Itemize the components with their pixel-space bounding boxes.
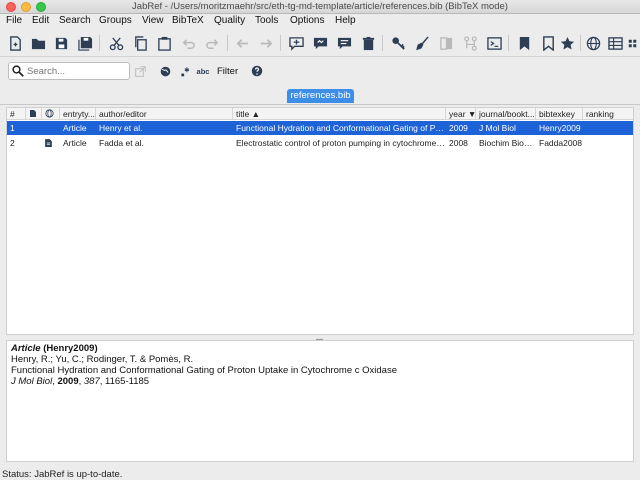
cell-year: 2008 bbox=[449, 138, 468, 148]
new-library-icon[interactable] bbox=[5, 33, 25, 53]
preview-volume: 387 bbox=[83, 376, 100, 387]
cell-number: 2 bbox=[10, 138, 15, 148]
preview-year: 2009 bbox=[57, 376, 79, 387]
star-icon[interactable] bbox=[557, 33, 577, 53]
entry-table: # entryty... author/editor title ▲ year … bbox=[6, 107, 634, 335]
filter-toggle[interactable]: Filter bbox=[217, 66, 238, 77]
toolbar-separator bbox=[99, 35, 100, 51]
menu-groups[interactable]: Groups bbox=[99, 15, 132, 26]
toolbar-separator bbox=[580, 35, 581, 51]
cut-icon[interactable] bbox=[106, 33, 126, 53]
window-title: JabRef - /Users/moritzmaehr/src/eth-tg-m… bbox=[132, 1, 508, 12]
cell-title: Functional Hydration and Conformational … bbox=[236, 123, 446, 133]
toolbar-separator bbox=[382, 35, 383, 51]
table-row[interactable]: 2 Article Fadda et al. Electrostatic con… bbox=[7, 136, 633, 150]
preview-authors: Henry, R.; Yu, C.; Rodinger, T. & Pomès,… bbox=[11, 354, 194, 365]
delete-entry-icon[interactable] bbox=[358, 33, 378, 53]
title-bar: JabRef - /Users/moritzmaehr/src/eth-tg-m… bbox=[0, 0, 640, 14]
cell-author: Fadda et al. bbox=[99, 138, 144, 148]
merge-icon[interactable] bbox=[436, 33, 456, 53]
menu-search[interactable]: Search bbox=[59, 15, 91, 26]
column-header-file[interactable] bbox=[26, 108, 42, 120]
cell-title: Electrostatic control of proton pumping … bbox=[236, 138, 446, 148]
open-library-icon[interactable] bbox=[28, 33, 48, 53]
cleanup-icon[interactable] bbox=[412, 33, 432, 53]
save-icon[interactable] bbox=[51, 33, 71, 53]
column-header-author[interactable]: author/editor bbox=[96, 108, 233, 120]
cell-journal: Biochim Biophys Acta bbox=[479, 138, 536, 148]
status-bar: Status: JabRef is up-to-date. bbox=[2, 469, 123, 480]
cell-bibtexkey: Henry2009 bbox=[539, 123, 581, 133]
table-row[interactable]: 1 Article Henry et al. Functional Hydrat… bbox=[7, 121, 633, 135]
cell-author: Henry et al. bbox=[99, 123, 143, 133]
columns-icon[interactable] bbox=[605, 33, 625, 53]
file-column-icon bbox=[30, 110, 36, 117]
cell-entrytype: Article bbox=[63, 138, 87, 148]
preview-title: Functional Hydration and Conformational … bbox=[11, 365, 398, 376]
paste-icon[interactable] bbox=[154, 33, 174, 53]
back-icon[interactable] bbox=[232, 33, 252, 53]
cell-journal: J Mol Biol bbox=[479, 123, 516, 133]
menu-bibtex[interactable]: BibTeX bbox=[172, 15, 204, 26]
preview-entry-key: (Henry2009) bbox=[43, 343, 98, 354]
pdf-file-icon[interactable] bbox=[42, 136, 56, 150]
menu-bar: File Edit Search Groups View BibTeX Qual… bbox=[0, 14, 640, 29]
new-entry-icon[interactable] bbox=[286, 33, 306, 53]
new-entry-from-clipboard-icon[interactable] bbox=[310, 33, 330, 53]
main-toolbar bbox=[0, 29, 640, 57]
case-sensitive-icon[interactable]: abc bbox=[196, 64, 210, 78]
regex-icon[interactable] bbox=[178, 64, 192, 78]
toolbar-separator bbox=[227, 35, 228, 51]
open-external-icon[interactable] bbox=[133, 64, 147, 78]
preview-journal: J Mol Biol bbox=[11, 376, 53, 387]
library-tabs: references.bib bbox=[0, 85, 640, 105]
connect-icon[interactable] bbox=[460, 33, 480, 53]
search-icon bbox=[12, 65, 24, 77]
preview-entry-type: Article bbox=[11, 343, 41, 354]
edit-entry-icon[interactable] bbox=[334, 33, 354, 53]
column-header-ranking[interactable]: ranking bbox=[583, 108, 633, 120]
menu-options[interactable]: Options bbox=[290, 15, 324, 26]
column-header-title[interactable]: title ▲ bbox=[233, 108, 446, 120]
url-column-icon bbox=[45, 109, 54, 118]
search-input[interactable] bbox=[27, 64, 127, 78]
cell-year: 2009 bbox=[449, 123, 468, 133]
menu-view[interactable]: View bbox=[142, 15, 164, 26]
column-header-entrytype[interactable]: entryty... bbox=[60, 108, 96, 120]
cell-entrytype: Article bbox=[63, 123, 87, 133]
menu-quality[interactable]: Quality bbox=[214, 15, 245, 26]
globe-icon[interactable] bbox=[583, 33, 603, 53]
column-header-bibtexkey[interactable]: bibtexkey bbox=[536, 108, 583, 120]
more-icon[interactable] bbox=[628, 33, 640, 53]
forward-icon[interactable] bbox=[256, 33, 276, 53]
toolbar-separator bbox=[280, 35, 281, 51]
search-field[interactable] bbox=[8, 62, 130, 80]
menu-help[interactable]: Help bbox=[335, 15, 356, 26]
table-header: # entryty... author/editor title ▲ year … bbox=[7, 108, 633, 120]
preview-pages: 1165-1185 bbox=[105, 376, 150, 387]
column-header-number[interactable]: # bbox=[7, 108, 26, 120]
toolbar-separator bbox=[508, 35, 509, 51]
column-header-url[interactable] bbox=[42, 108, 60, 120]
menu-edit[interactable]: Edit bbox=[32, 15, 49, 26]
terminal-icon[interactable] bbox=[484, 33, 504, 53]
undo-icon[interactable] bbox=[178, 33, 198, 53]
menu-tools[interactable]: Tools bbox=[255, 15, 278, 26]
cell-number: 1 bbox=[10, 123, 15, 133]
mark-icon[interactable] bbox=[514, 33, 534, 53]
copy-icon[interactable] bbox=[130, 33, 150, 53]
global-search-icon[interactable] bbox=[158, 64, 172, 78]
cell-bibtexkey: Fadda2008 bbox=[539, 138, 583, 148]
redo-icon[interactable] bbox=[202, 33, 222, 53]
help-icon[interactable] bbox=[250, 64, 264, 78]
bookmark-icon[interactable] bbox=[538, 33, 558, 53]
tab-references-bib[interactable]: references.bib bbox=[287, 89, 354, 103]
column-header-journal[interactable]: journal/bookt... bbox=[476, 108, 536, 120]
menu-file[interactable]: File bbox=[6, 15, 22, 26]
entry-preview: Article (Henry2009) Henry, R.; Yu, C.; R… bbox=[6, 340, 634, 462]
key-icon[interactable] bbox=[388, 33, 408, 53]
save-all-icon[interactable] bbox=[75, 33, 95, 53]
search-bar: abc Filter bbox=[0, 57, 640, 85]
column-header-year[interactable]: year ▼ bbox=[446, 108, 476, 120]
